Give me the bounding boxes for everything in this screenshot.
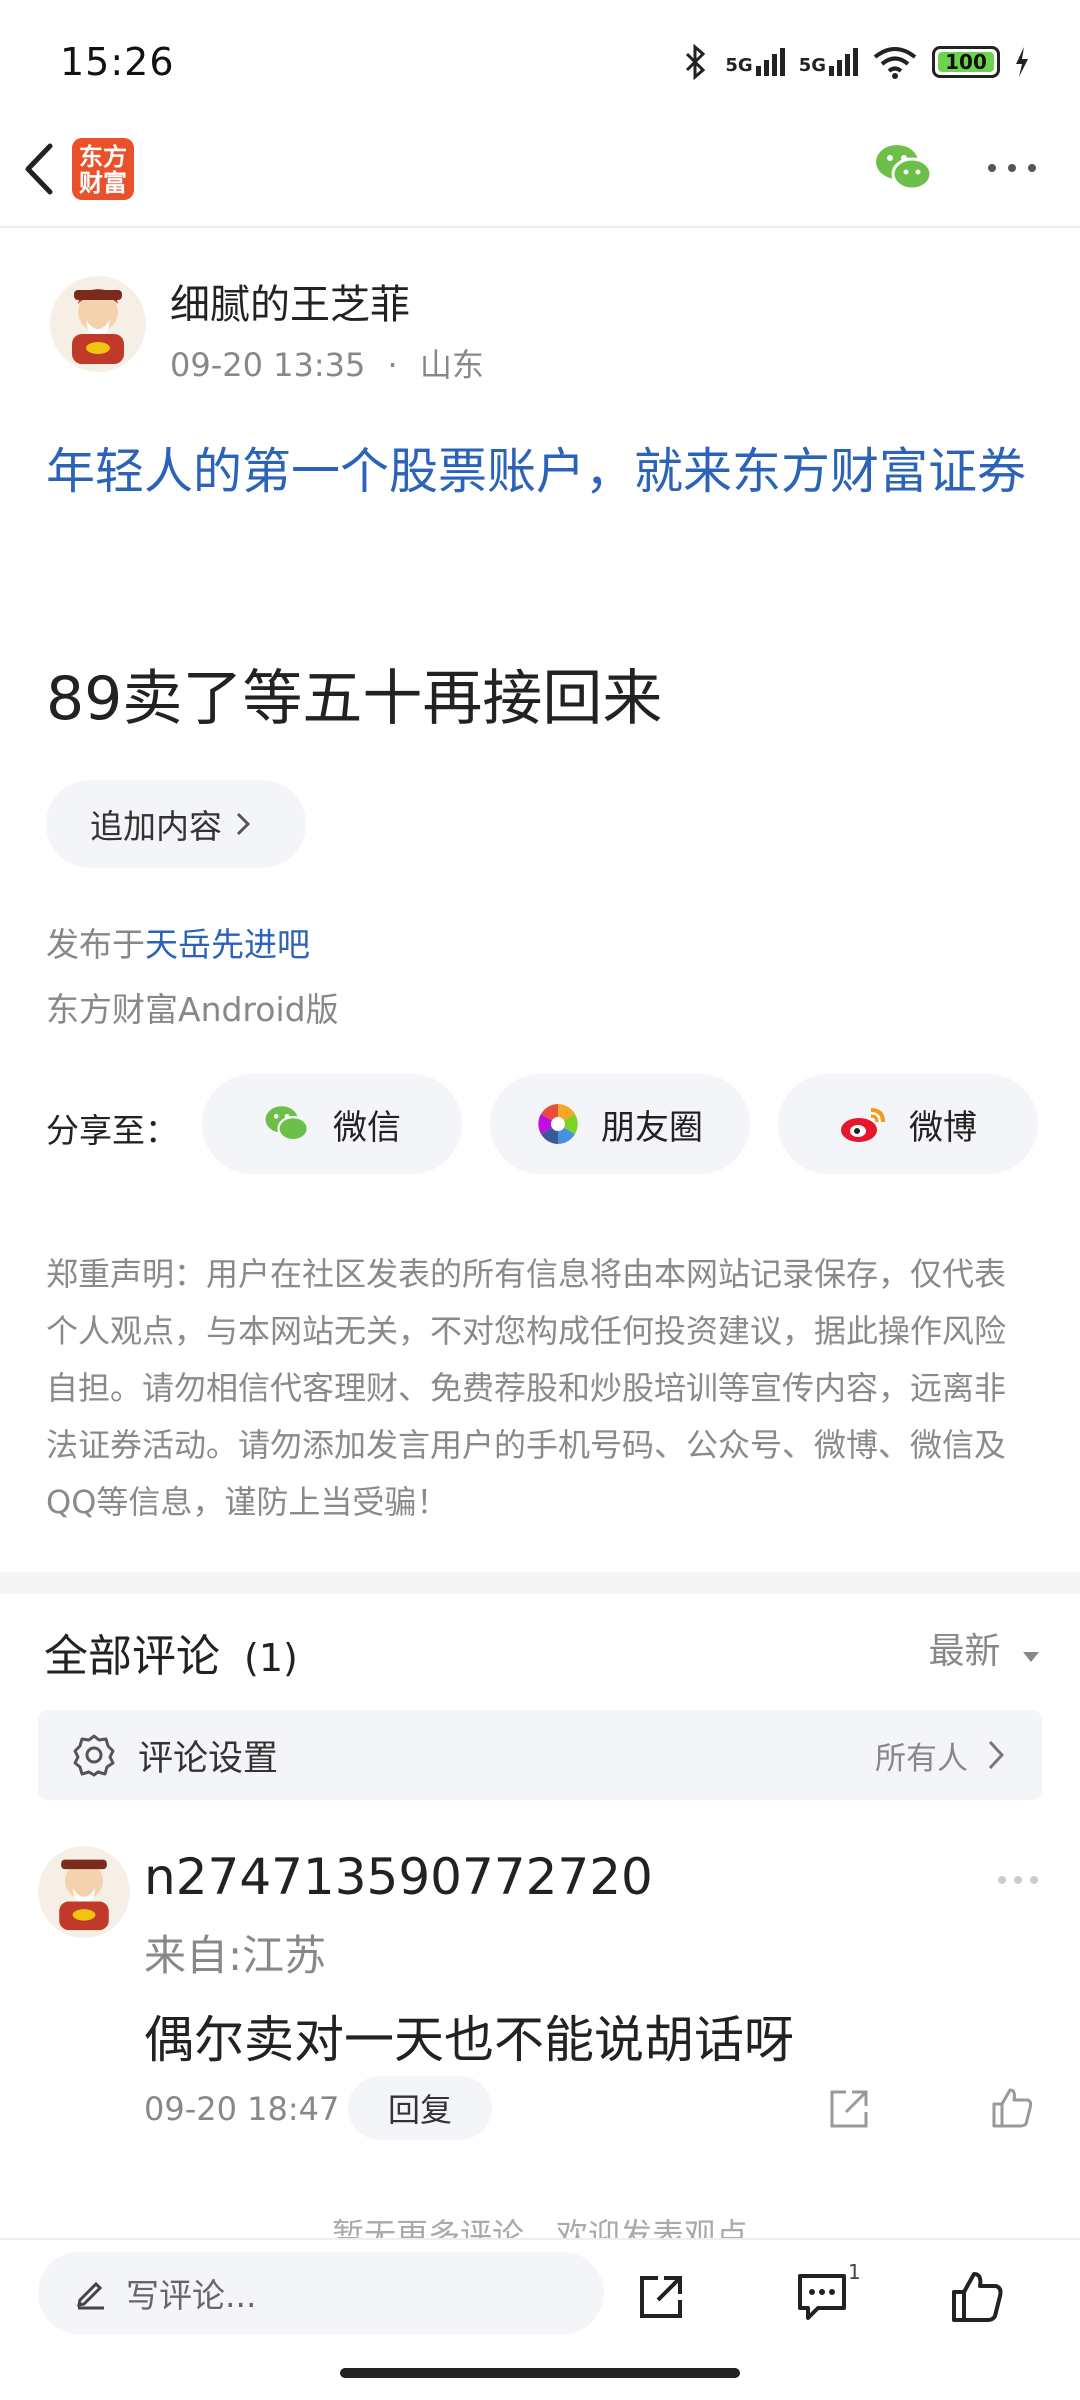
- back-arrow-icon[interactable]: [20, 142, 60, 196]
- comment-username[interactable]: n274713590772720: [144, 1848, 653, 1906]
- pencil-icon: [77, 2281, 104, 2310]
- author-name[interactable]: 细腻的王芝菲: [170, 272, 410, 330]
- post-title[interactable]: 年轻人的第一个股票账户，就来东方财富证券: [46, 434, 1036, 510]
- status-time: 15:26: [60, 40, 175, 84]
- charging-icon: [1016, 47, 1028, 77]
- share-weibo-button[interactable]: 微博: [778, 1074, 1038, 1174]
- meta-separator: ·: [387, 346, 398, 384]
- comment-more-icon[interactable]: [996, 1874, 1040, 1886]
- status-icons: 5G 5G 100: [681, 44, 1030, 80]
- signal-1-icon: 5G: [725, 48, 785, 76]
- comment-time: 09-20 18:47: [144, 2090, 340, 2128]
- gear-icon: [73, 1734, 115, 1777]
- disclaimer-text: 郑重声明：用户在社区发表的所有信息将由本网站记录保存，仅代表个人观点，与本网站无…: [46, 1255, 1007, 1521]
- share-weibo-label: 微博: [909, 1107, 977, 1148]
- share-label: 分享至：: [46, 1111, 178, 1150]
- comment-avatar[interactable]: [38, 1846, 130, 1938]
- post-date: 09-20 13:35: [170, 346, 366, 384]
- weibo-icon: [841, 1108, 885, 1142]
- published-in: 发布于天岳先进吧: [46, 918, 310, 966]
- share-wechat-button[interactable]: 微信: [202, 1074, 462, 1174]
- published-in-prefix: 发布于: [46, 925, 145, 964]
- share-moments-button[interactable]: 朋友圈: [490, 1074, 750, 1174]
- sort-dropdown[interactable]: 最新: [929, 1622, 1040, 1674]
- comment-settings-row[interactable]: 评论设置 所有人: [38, 1710, 1042, 1800]
- comment-bubble-icon: [798, 2274, 846, 2320]
- bluetooth-icon: [686, 44, 706, 80]
- more-options-icon[interactable]: [984, 160, 1040, 176]
- comment-from: 来自:江苏: [144, 1931, 327, 1980]
- wechat-share-icon[interactable]: [874, 142, 934, 194]
- add-content-button[interactable]: 追加内容: [46, 780, 306, 868]
- comment-settings-value: 所有人: [875, 1740, 968, 1777]
- post-meta: 09-20 13:35 · 山东: [170, 340, 484, 386]
- forward-icon[interactable]: [636, 2272, 686, 2322]
- forum-link[interactable]: 天岳先进吧: [145, 925, 310, 964]
- moments-icon: [538, 1104, 578, 1144]
- app-logo[interactable]: 东方 财富: [72, 138, 134, 200]
- comment-settings-label: 评论设置: [138, 1738, 279, 1779]
- write-comment-placeholder: 写评论...: [126, 2276, 257, 2315]
- comments-header: 全部评论 (1): [44, 1620, 298, 1684]
- sort-label: 最新: [928, 1631, 1001, 1672]
- section-divider: [0, 1572, 1080, 1594]
- comment-text: 偶尔卖对一天也不能说胡话呀: [144, 2011, 794, 2069]
- share-wechat-label: 微信: [333, 1107, 401, 1148]
- post-location: 山东: [419, 346, 484, 384]
- comments-button[interactable]: 1: [796, 2260, 861, 2326]
- caret-down-icon: [1023, 1652, 1039, 1662]
- write-comment-input[interactable]: 写评论...: [38, 2252, 604, 2334]
- home-indicator[interactable]: [340, 2368, 740, 2378]
- wechat-icon: [265, 1106, 309, 1142]
- like-icon[interactable]: [990, 2086, 1034, 2130]
- wifi-icon: [873, 47, 917, 79]
- add-content-label: 追加内容: [90, 807, 222, 846]
- author-avatar[interactable]: [50, 276, 146, 372]
- battery-icon: 100: [932, 46, 1000, 78]
- comments-title: 全部评论: [44, 1631, 220, 1682]
- chevron-right-icon: [236, 812, 250, 836]
- share-moments-label: 朋友圈: [601, 1107, 703, 1148]
- post-platform: 东方财富Android版: [46, 990, 339, 1029]
- chevron-right-icon: [988, 1740, 1004, 1770]
- comment-badge: 1: [848, 2260, 861, 2284]
- post-content: 89卖了等五十再接回来: [46, 664, 663, 734]
- share-external-icon[interactable]: [828, 2088, 870, 2130]
- comments-count: (1): [244, 1636, 298, 1680]
- reply-button[interactable]: 回复: [348, 2076, 492, 2140]
- like-button-icon[interactable]: [950, 2270, 1004, 2324]
- signal-2-icon: 5G: [799, 48, 858, 76]
